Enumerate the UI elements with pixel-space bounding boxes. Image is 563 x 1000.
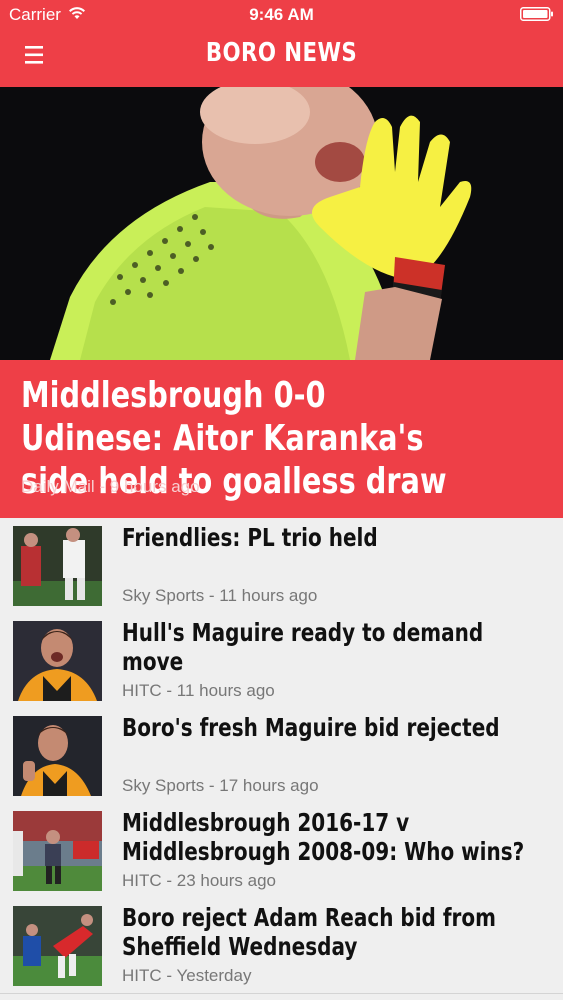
- article-thumbnail: [13, 906, 102, 986]
- hero-headline-card[interactable]: Middlesbrough 0-0 Udinese: Aitor Karanka…: [0, 360, 563, 518]
- article-source-time: HITC - 23 hours ago: [122, 871, 277, 890]
- status-time: 9:46 AM: [249, 5, 314, 24]
- article-title: Friendlies: PL trio held: [122, 523, 378, 552]
- article-source-time: HITC - 11 hours ago: [122, 681, 275, 700]
- article-title: Boro's fresh Maguire bid rejected: [122, 713, 500, 742]
- article-title: Hull's Maguire ready to demand move: [122, 618, 484, 676]
- list-item[interactable]: Hull's Maguire ready to demand move HITC…: [0, 613, 563, 709]
- article-title: Middlesbrough 2016-17 v Middlesbrough 20…: [122, 808, 525, 866]
- status-bar: Carrier 9:46 AM: [0, 0, 563, 30]
- hero-image[interactable]: [0, 87, 563, 360]
- app-screen: Carrier 9:46 AM BORO NEWS Middlesbrough …: [0, 0, 563, 1000]
- article-source-time: Sky Sports - 17 hours ago: [122, 776, 319, 795]
- article-source-time: HITC - Yesterday: [122, 966, 252, 985]
- list-item[interactable]: Boro's fresh Maguire bid rejected Sky Sp…: [0, 708, 563, 804]
- article-thumbnail: [13, 811, 102, 891]
- article-thumbnail: [13, 526, 102, 606]
- hamburger-menu-icon[interactable]: [23, 43, 49, 67]
- article-thumbnail: [13, 621, 102, 701]
- battery-icon: [520, 7, 553, 21]
- article-thumbnail: [13, 716, 102, 796]
- list-item[interactable]: Middlesbrough 2016-17 v Middlesbrough 20…: [0, 803, 563, 899]
- article-title: Boro reject Adam Reach bid from Sheffiel…: [122, 903, 496, 961]
- list-item[interactable]: Friendlies: PL trio held Sky Sports - 11…: [0, 518, 563, 614]
- app-header: Carrier 9:46 AM BORO NEWS: [0, 0, 563, 87]
- list-item[interactable]: Boro reject Adam Reach bid from Sheffiel…: [0, 898, 563, 994]
- article-source-time: Sky Sports - 11 hours ago: [122, 586, 318, 605]
- hero-source-time: Daily Mail - 9 hours ago: [21, 477, 200, 496]
- app-title: BORO NEWS: [205, 38, 358, 68]
